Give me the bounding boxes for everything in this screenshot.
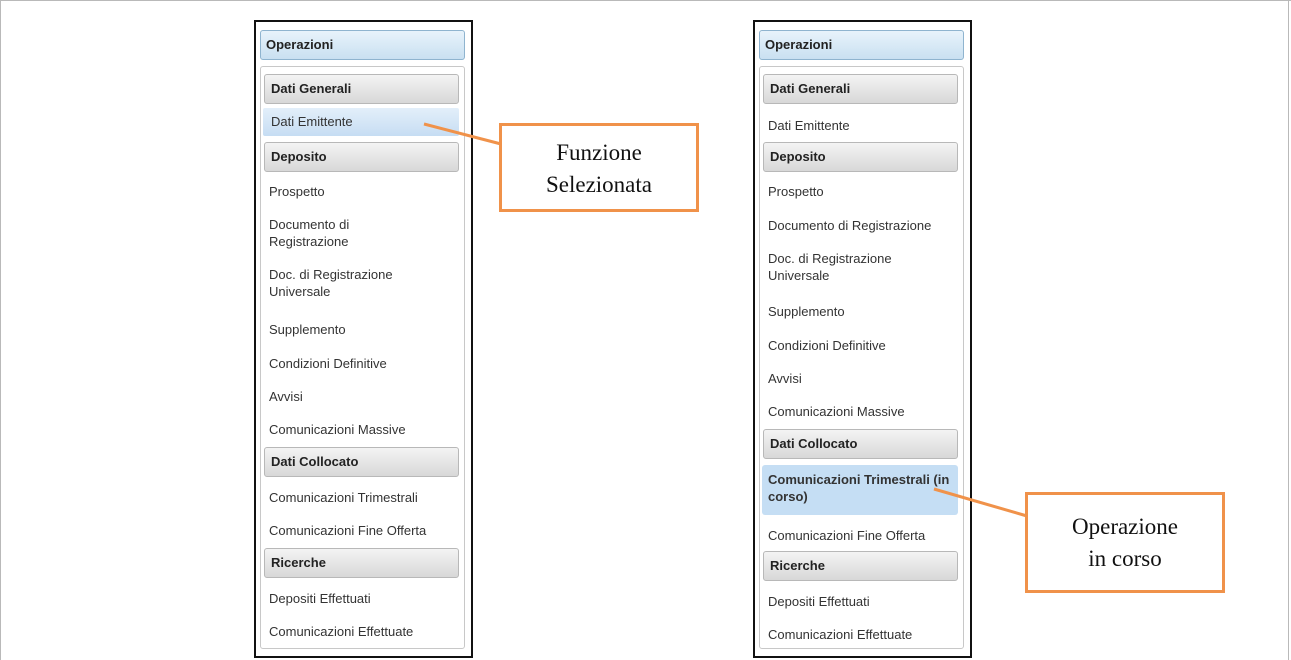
callout-line: in corso <box>1088 546 1162 571</box>
callout-operazione-in-corso: Operazione in corso <box>1025 492 1225 593</box>
callout-line: Funzione <box>556 140 642 165</box>
callout-line: Operazione <box>1072 514 1178 539</box>
callout-funzione-selezionata: Funzione Selezionata <box>499 123 699 212</box>
callout-line: Selezionata <box>545 172 652 197</box>
callout-connector-in-progress <box>933 487 1028 518</box>
callout-connector-selected <box>423 122 502 146</box>
